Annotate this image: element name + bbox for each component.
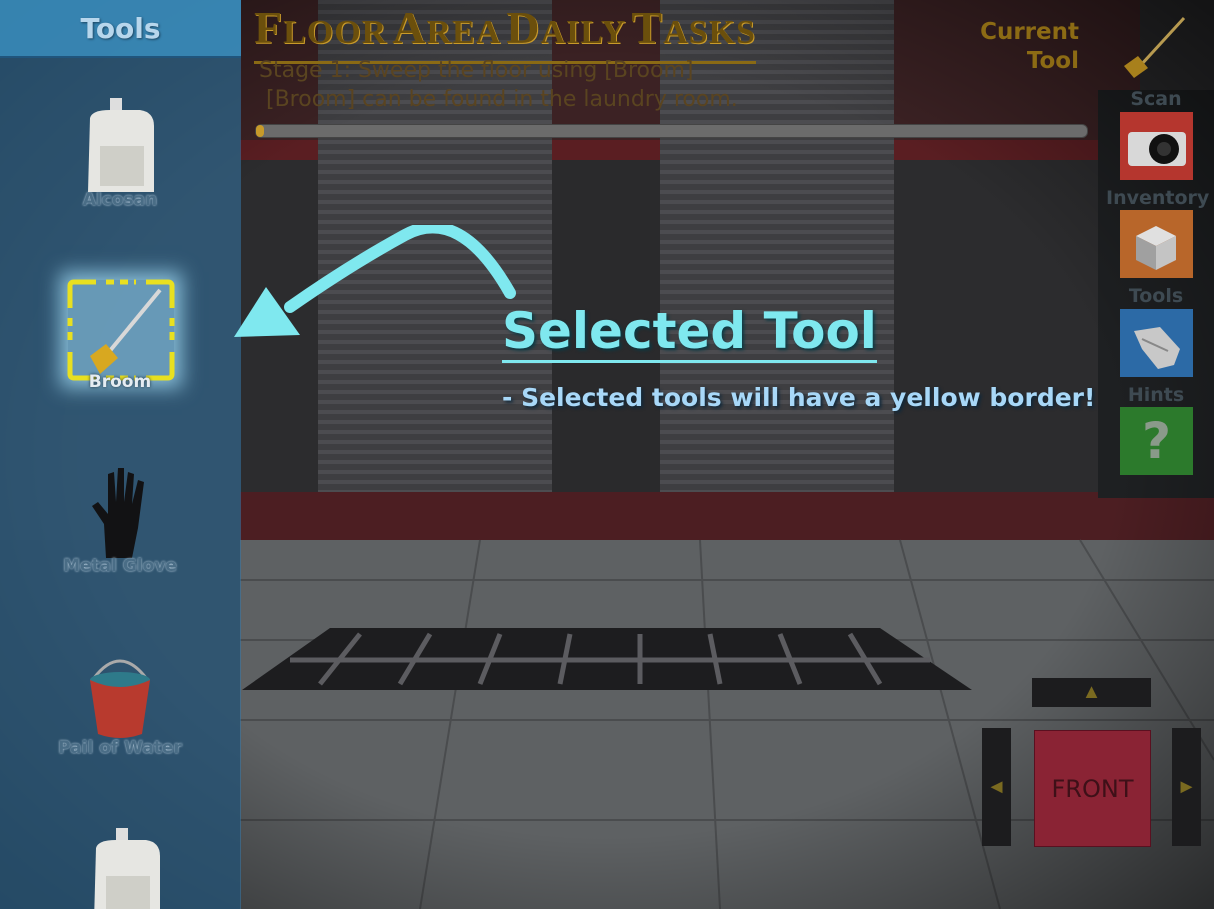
tool-label-alcosan: Alcosan <box>82 190 158 210</box>
tool-label-metal-glove: Metal Glove <box>63 556 177 576</box>
tools-panel-header: Tools <box>0 0 241 58</box>
task-progress-fill <box>256 125 265 137</box>
broom-icon <box>90 288 162 374</box>
box-icon <box>1136 226 1176 270</box>
left-arrow-icon: ◄ <box>986 775 1007 798</box>
scan-label: Scan <box>1130 88 1182 110</box>
task-stage: Stage 1: Sweep the floor using [Broom] <box>259 58 694 83</box>
tool-item-broom[interactable]: Broom <box>30 270 210 440</box>
inventory-label: Inventory <box>1106 187 1210 209</box>
callout-description: - Selected tools will have a yellow bord… <box>502 383 1096 412</box>
task-hint: [Broom] can be found in the laundry room… <box>259 87 738 112</box>
bottle-icon <box>88 98 154 192</box>
turn-left-button[interactable]: ◄ <box>982 728 1011 846</box>
tool-item-pail-of-water[interactable]: Pail of Water <box>30 650 210 820</box>
right-arrow-icon: ► <box>1176 775 1197 798</box>
glove-icon <box>1134 327 1180 369</box>
camera-icon <box>1128 132 1186 166</box>
task-title: FLOOR AREA DAILY TASKS <box>254 5 756 64</box>
hints-label: Hints <box>1127 384 1185 406</box>
front-button[interactable]: FRONT <box>1034 730 1151 847</box>
inventory-button[interactable] <box>1120 210 1193 278</box>
tools-button[interactable] <box>1120 309 1193 377</box>
tools-panel: Tools Alcosan Broom Metal Glove Pail of … <box>0 0 241 909</box>
current-tool-label: Current Tool <box>980 19 1079 74</box>
metal-glove-icon <box>92 468 144 558</box>
current-tool-broom-icon <box>1124 16 1186 78</box>
front-label: FRONT <box>1051 774 1134 803</box>
tool-label-pail-of-water: Pail of Water <box>58 738 182 758</box>
pail-icon <box>90 659 150 738</box>
tool-item-metal-glove[interactable]: Metal Glove <box>30 460 210 630</box>
tool-item-alcosan[interactable]: Alcosan <box>30 90 210 260</box>
callout-arrow-icon <box>234 225 516 337</box>
tools-menu-label: Tools <box>1128 285 1184 307</box>
tool-item-bottle[interactable] <box>30 820 210 909</box>
bottle-icon <box>94 828 160 909</box>
turn-right-button[interactable]: ► <box>1172 728 1201 846</box>
scan-button[interactable] <box>1120 112 1193 180</box>
up-arrow-icon: ▲ <box>1081 681 1102 703</box>
tool-label-broom: Broom <box>88 372 152 392</box>
question-icon: ? <box>1141 412 1171 470</box>
task-progress-bar <box>255 124 1088 138</box>
move-up-button[interactable]: ▲ <box>1032 678 1151 707</box>
tools-panel-title: Tools <box>80 11 161 45</box>
hints-button[interactable]: ? <box>1120 407 1193 475</box>
callout-title: Selected Tool <box>502 302 877 363</box>
